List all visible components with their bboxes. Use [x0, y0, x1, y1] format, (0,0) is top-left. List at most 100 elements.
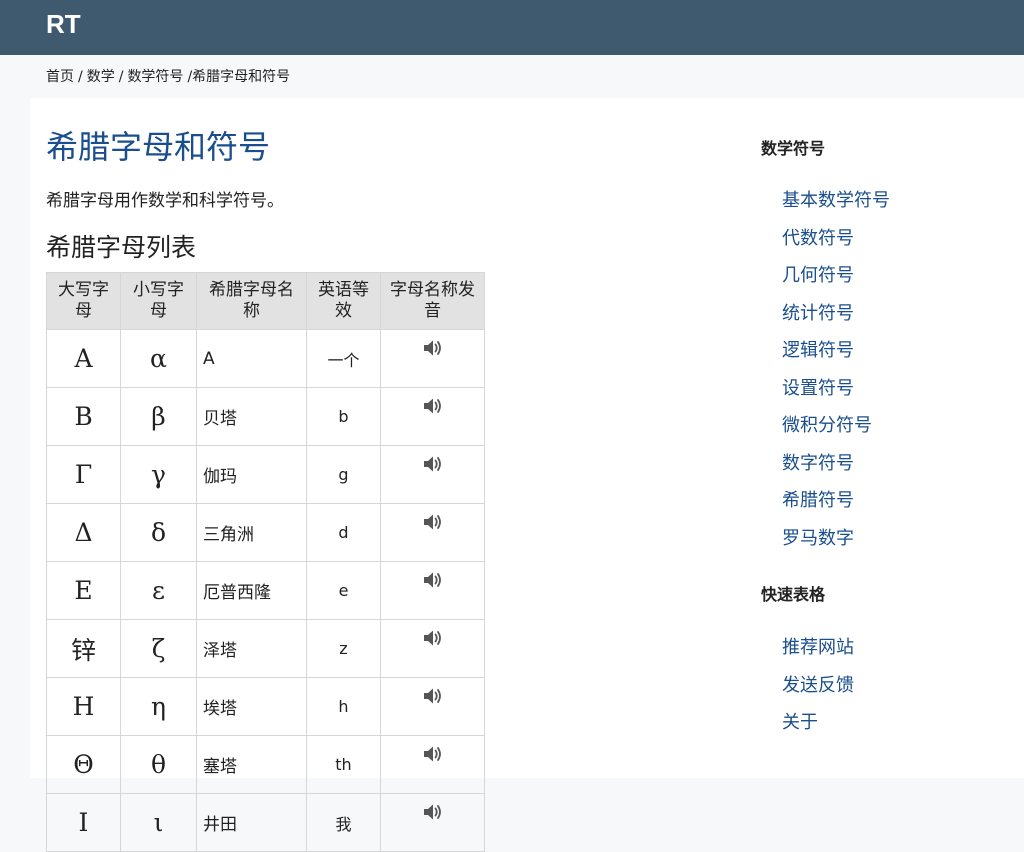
pronunciation-cell: [380, 329, 485, 388]
pronunciation-cell: [380, 445, 485, 504]
table-row: Γγ 伽玛 g: [46, 445, 485, 504]
header-uppercase: 大写字母: [46, 272, 121, 330]
sidebar-list-item: 基本数学符号: [782, 186, 890, 224]
sidebar-link-math-5[interactable]: 设置符号: [782, 378, 854, 399]
pronunciation-cell: [380, 503, 485, 562]
sidebar-link-math-1[interactable]: 代数符号: [782, 228, 854, 249]
english-equivalent: z: [306, 619, 381, 678]
uppercase-letter: Δ: [46, 503, 121, 562]
breadcrumb: 首页 / 数学 / 数学符号/希腊字母和符号: [46, 69, 291, 85]
sidebar-link-quick-0[interactable]: 推荐网站: [782, 637, 854, 658]
greek-name: A: [196, 329, 307, 388]
sidebar-section-math-symbols-title: 数学符号: [761, 139, 826, 158]
lowercase-letter: η: [120, 677, 197, 736]
sidebar-link-quick-2[interactable]: 关于: [782, 712, 818, 733]
table-row: Ββ 贝塔 b: [46, 387, 485, 446]
sidebar-list-item: 逻辑符号: [782, 336, 890, 374]
lowercase-letter: ζ: [120, 619, 197, 678]
sidebar-list-item: 代数符号: [782, 224, 890, 262]
sidebar-link-math-3[interactable]: 统计符号: [782, 303, 854, 324]
breadcrumb-math[interactable]: 数学: [87, 69, 115, 85]
page-intro: 希腊字母用作数学和科学符号。: [46, 191, 284, 211]
lowercase-letter: θ: [120, 735, 197, 794]
english-equivalent: 一个: [306, 329, 381, 388]
sidebar-link-math-9[interactable]: 罗马数字: [782, 528, 854, 549]
table-row: Ηη 埃塔 h: [46, 677, 485, 736]
sidebar-quick-tables-list: 推荐网站发送反馈关于: [782, 633, 854, 746]
greek-name: 塞塔: [196, 735, 307, 794]
greek-name: 埃塔: [196, 677, 307, 736]
content-area: 希腊字母和符号 希腊字母用作数学和科学符号。 希腊字母列表 大写字母 小写字母 …: [30, 98, 1024, 852]
page-title: 希腊字母和符号: [46, 128, 271, 166]
breadcrumb-home[interactable]: 首页: [46, 69, 74, 85]
sidebar-math-symbols-list: 基本数学符号 代数符号几何符号统计符号逻辑符号设置符号微积分符号数字符号希腊符号罗…: [782, 186, 890, 561]
table-header-row: 大写字母 小写字母 希腊字母名称 英语等效 字母名称发音: [46, 272, 485, 330]
lowercase-letter: ι: [120, 793, 197, 852]
sidebar-list-item: 希腊符号: [782, 486, 890, 524]
table-row: Αα A 一个: [46, 329, 485, 388]
sidebar-list-item: 微积分符号: [782, 411, 890, 449]
greek-name: 三角洲: [196, 503, 307, 562]
site-logo[interactable]: RT: [46, 9, 81, 40]
uppercase-letter: 锌: [46, 619, 121, 678]
greek-name: 泽塔: [196, 619, 307, 678]
uppercase-letter: Α: [46, 329, 121, 388]
sidebar-list-item: 推荐网站: [782, 633, 854, 671]
greek-letters-table: 大写字母 小写字母 希腊字母名称 英语等效 字母名称发音 Αα A 一个 Ββ 贝塔 b Γ…: [46, 272, 485, 852]
sidebar-list-item: 发送反馈: [782, 671, 854, 709]
pronunciation-cell: [380, 561, 485, 620]
sidebar-section-quick-tables-title: 快速表格: [761, 585, 826, 604]
greek-name: 贝塔: [196, 387, 307, 446]
sidebar-list-item: 关于: [782, 708, 854, 746]
sidebar-link-math-2[interactable]: 几何符号: [782, 265, 854, 286]
speaker-icon[interactable]: [422, 456, 444, 478]
sidebar-list-item: 统计符号: [782, 299, 890, 337]
table-row: Θθ 塞塔 th: [46, 735, 485, 794]
sidebar-link-math-7[interactable]: 数字符号: [782, 453, 854, 474]
uppercase-letter: Η: [46, 677, 121, 736]
lowercase-letter: ε: [120, 561, 197, 620]
speaker-icon[interactable]: [422, 746, 444, 768]
sidebar-link-math-6[interactable]: 微积分符号: [782, 415, 872, 436]
greek-name: 伽玛: [196, 445, 307, 504]
sidebar-link-math-8[interactable]: 希腊符号: [782, 490, 854, 511]
greek-name: 厄普西隆: [196, 561, 307, 620]
breadcrumb-math-symbols[interactable]: 数学符号: [127, 69, 183, 85]
uppercase-letter: Ε: [46, 561, 121, 620]
sidebar-list-item: 数字符号: [782, 449, 890, 487]
lowercase-letter: α: [120, 329, 197, 388]
english-equivalent: th: [306, 735, 381, 794]
sidebar-list-item: 罗马数字: [782, 524, 890, 562]
pronunciation-cell: [380, 793, 485, 852]
pronunciation-cell: [380, 677, 485, 736]
sidebar-list-item: 几何符号: [782, 261, 890, 299]
table-row: 锌 ζ 泽塔 z: [46, 619, 485, 678]
lowercase-letter: γ: [120, 445, 197, 504]
lowercase-letter: β: [120, 387, 197, 446]
sidebar-list-item: 设置符号: [782, 374, 890, 412]
pronunciation-cell: [380, 387, 485, 446]
speaker-icon[interactable]: [422, 398, 444, 420]
lowercase-letter: δ: [120, 503, 197, 562]
breadcrumb-current: /希腊字母和符号: [187, 69, 291, 85]
speaker-icon[interactable]: [422, 340, 444, 362]
sidebar-link-math-0[interactable]: 基本数学符号: [782, 190, 890, 211]
sidebar-link-math-4[interactable]: 逻辑符号: [782, 340, 854, 361]
english-equivalent: h: [306, 677, 381, 736]
top-bar: RT: [0, 0, 1024, 55]
sidebar-link-quick-1[interactable]: 发送反馈: [782, 675, 854, 696]
pronunciation-cell: [380, 619, 485, 678]
pronunciation-cell: [380, 735, 485, 794]
speaker-icon[interactable]: [422, 688, 444, 710]
english-equivalent: g: [306, 445, 381, 504]
speaker-icon[interactable]: [422, 514, 444, 536]
greek-name: 井田: [196, 793, 307, 852]
english-equivalent: 我: [306, 793, 381, 852]
header-pronunciation: 字母名称发音: [380, 272, 485, 330]
uppercase-letter: Γ: [46, 445, 121, 504]
table-row: Εε 厄普西隆 e: [46, 561, 485, 620]
speaker-icon[interactable]: [422, 630, 444, 652]
speaker-icon[interactable]: [422, 572, 444, 594]
uppercase-letter: Θ: [46, 735, 121, 794]
speaker-icon[interactable]: [422, 804, 444, 826]
